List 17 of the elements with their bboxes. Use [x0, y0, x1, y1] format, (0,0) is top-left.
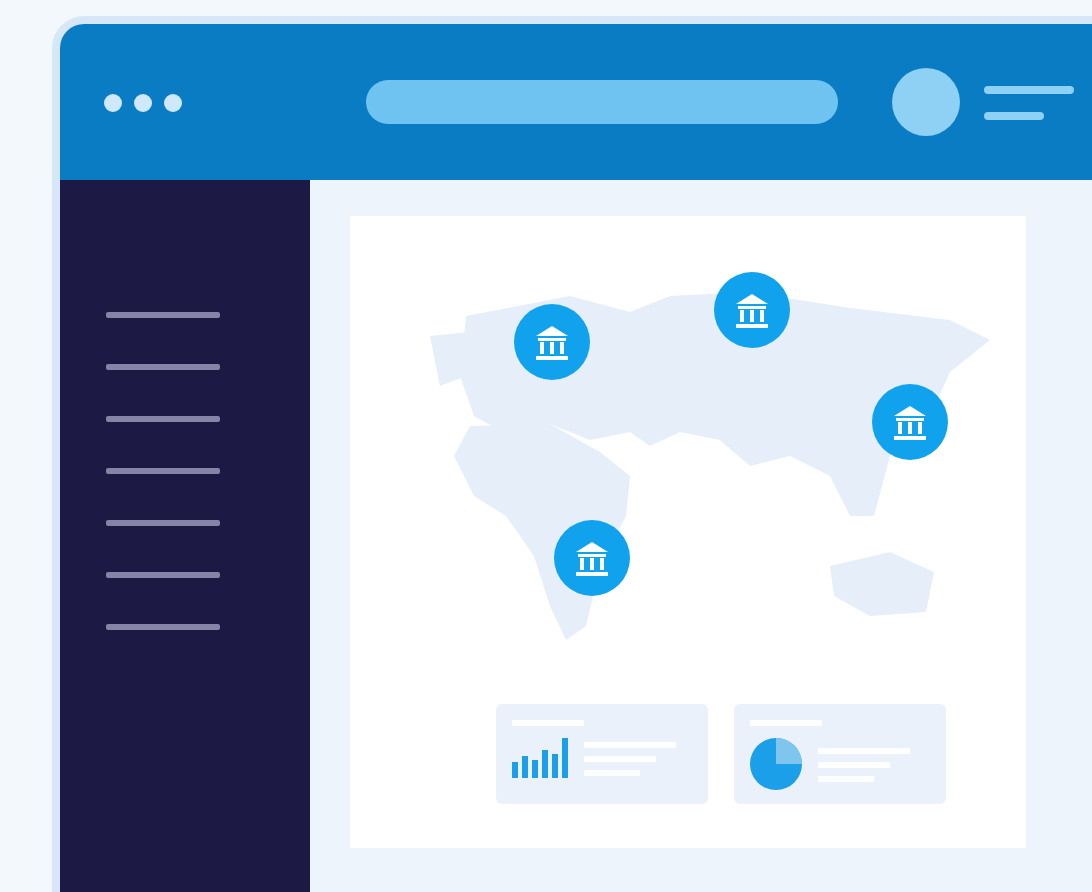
menu-line[interactable]	[106, 416, 220, 422]
bar-chart-icon	[512, 738, 568, 778]
bank-icon[interactable]	[714, 272, 790, 348]
menu-line[interactable]	[106, 520, 220, 526]
menu-icon[interactable]	[984, 85, 1074, 119]
bank-icon[interactable]	[514, 304, 590, 380]
menu-line[interactable]	[106, 468, 220, 474]
bank-icon[interactable]	[872, 384, 948, 460]
address-bar[interactable]	[366, 80, 838, 124]
pie-chart-icon	[750, 738, 802, 790]
menu-line[interactable]	[106, 572, 220, 578]
menu-line[interactable]	[106, 312, 220, 318]
window-dots-icon[interactable]	[104, 93, 182, 111]
menu-line[interactable]	[106, 624, 220, 630]
bank-icon[interactable]	[554, 520, 630, 596]
menu-line[interactable]	[106, 364, 220, 370]
avatar[interactable]	[892, 68, 960, 136]
